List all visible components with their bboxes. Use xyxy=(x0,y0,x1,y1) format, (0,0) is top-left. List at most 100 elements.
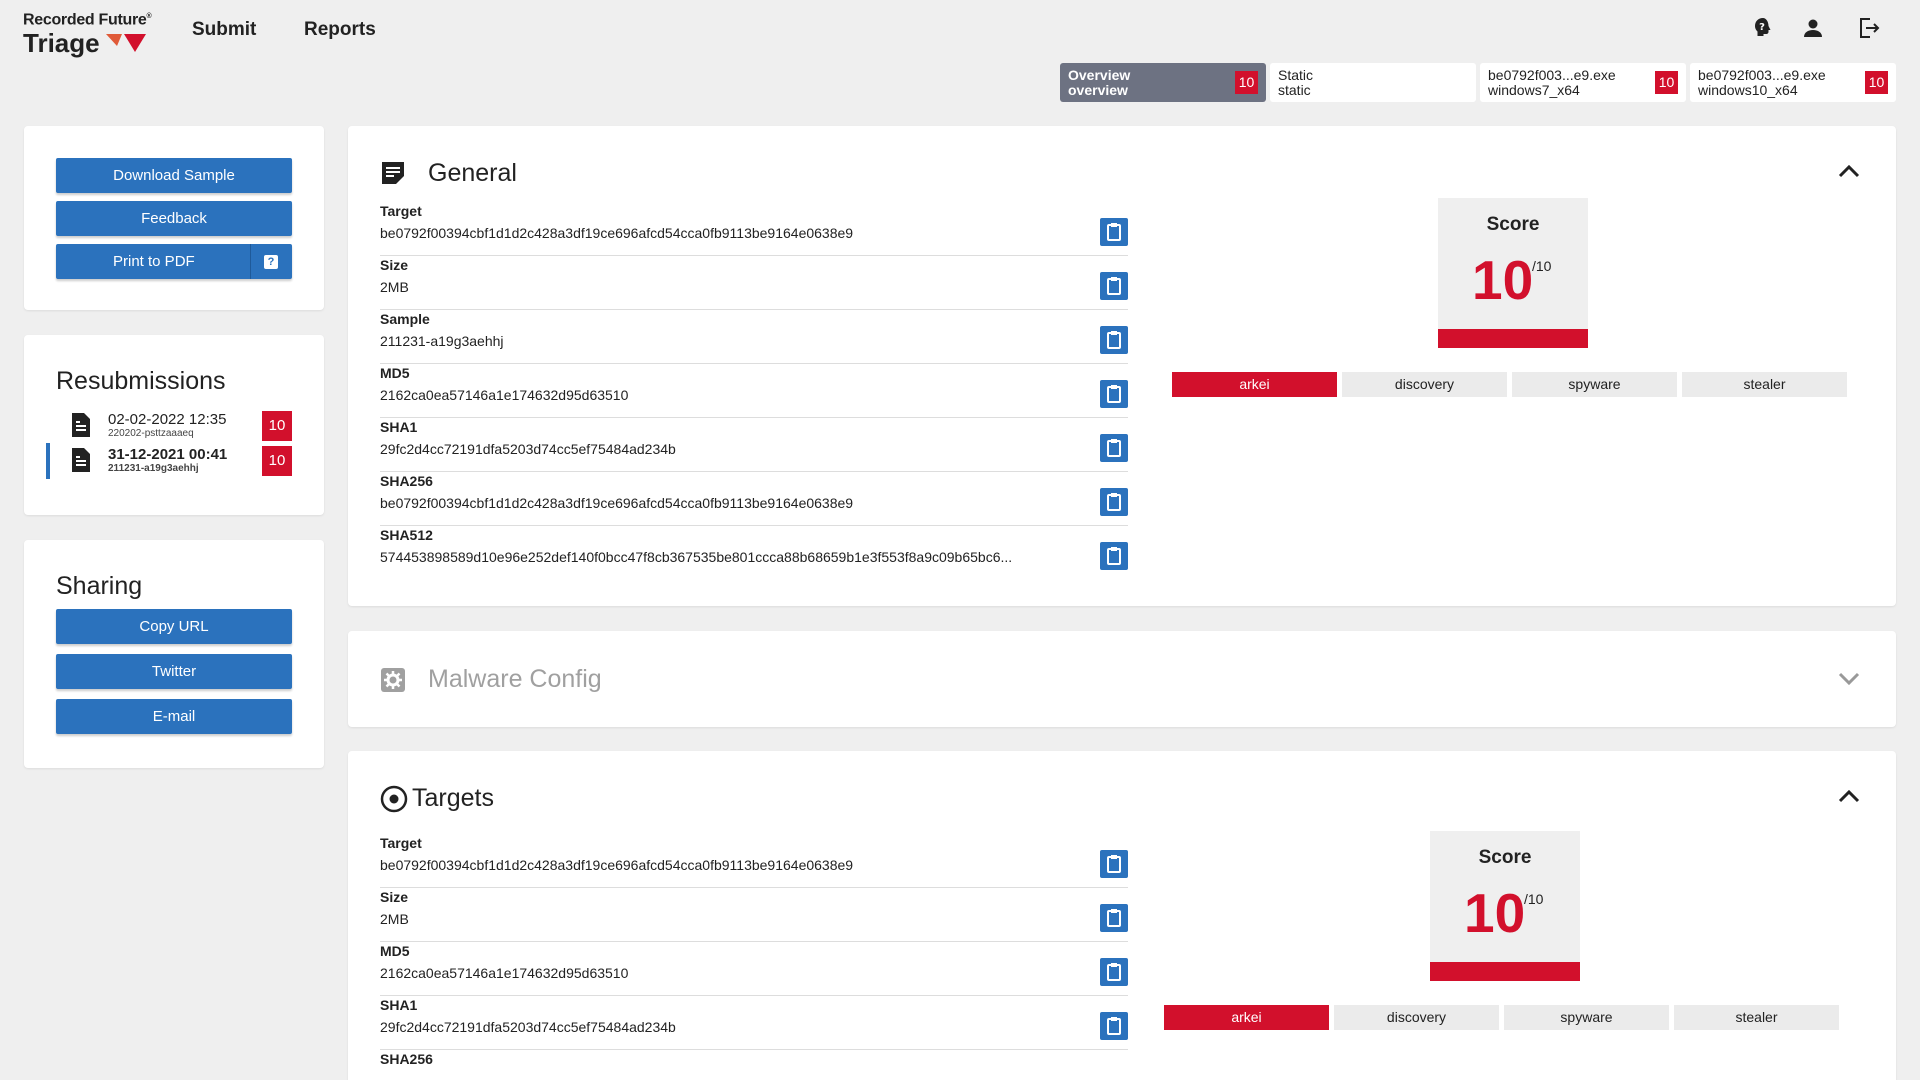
file-icon xyxy=(72,413,90,437)
field-value: 2MB xyxy=(380,279,409,295)
print-pdf-button[interactable]: Print to PDF ? xyxy=(56,244,292,279)
sharing-title: Sharing xyxy=(56,572,143,600)
twitter-button[interactable]: Twitter xyxy=(56,654,292,689)
tab-overview[interactable]: Overview overview 10 xyxy=(1060,63,1266,102)
field-label: SHA512 xyxy=(380,527,433,543)
malware-config-section[interactable]: Malware Config xyxy=(348,631,1896,727)
clipboard-icon[interactable] xyxy=(1100,218,1128,246)
score-badge: 10 xyxy=(262,446,292,476)
clipboard-icon[interactable] xyxy=(1100,326,1128,354)
resubmission-item-selected[interactable]: 31-12-2021 00:41 211231-a19g3aehhj 10 xyxy=(46,443,292,479)
field-label: SHA256 xyxy=(380,473,433,489)
clipboard-icon[interactable] xyxy=(1100,904,1128,932)
field-size: Size 2MB xyxy=(380,888,1128,942)
general-section: General Target be0792f00394cbf1d1d2c428a… xyxy=(348,126,1896,606)
field-label: Sample xyxy=(380,311,430,327)
help-icon[interactable]: ? xyxy=(264,255,278,269)
tab-static[interactable]: Static static xyxy=(1270,63,1476,102)
tag-spyware[interactable]: spyware xyxy=(1512,372,1677,397)
clipboard-icon[interactable] xyxy=(1100,380,1128,408)
clipboard-icon[interactable] xyxy=(1100,958,1128,986)
field-target: Target be0792f00394cbf1d1d2c428a3df19ce6… xyxy=(380,834,1128,888)
tag-discovery[interactable]: discovery xyxy=(1334,1005,1499,1030)
field-value: be0792f00394cbf1d1d2c428a3df19ce696afcd5… xyxy=(380,495,854,511)
field-value: be0792f00394cbf1d1d2c428a3df19ce696afcd5… xyxy=(380,857,854,873)
logo-reg-mark: ® xyxy=(146,13,152,20)
resubmission-item[interactable]: 02-02-2022 12:35 220202-psttzaaaeq 10 xyxy=(48,408,292,444)
score-badge: 10 xyxy=(1865,71,1888,94)
tag-discovery[interactable]: discovery xyxy=(1342,372,1507,397)
tag-arkei[interactable]: arkei xyxy=(1172,372,1337,397)
field-md5: MD5 2162ca0ea57146a1e174632d95d63510 xyxy=(380,942,1128,996)
email-button[interactable]: E-mail xyxy=(56,699,292,734)
field-value: 574453898589d10e96e252def140f0bcc47f8cb3… xyxy=(380,549,1013,565)
tab-subtitle: static xyxy=(1278,82,1311,98)
field-sample: Sample 211231-a19g3aehhj xyxy=(380,310,1128,364)
download-sample-button[interactable]: Download Sample xyxy=(56,158,292,193)
clipboard-icon[interactable] xyxy=(1100,542,1128,570)
help-icon[interactable]: ? xyxy=(1751,16,1775,40)
score-box: Score 10 /10 xyxy=(1430,831,1580,981)
tab-subtitle: windows10_x64 xyxy=(1698,82,1798,98)
copy-url-button[interactable]: Copy URL xyxy=(56,609,292,644)
tab-title: Overview xyxy=(1068,67,1131,83)
field-label: SHA1 xyxy=(380,419,418,435)
notes-icon xyxy=(382,162,404,184)
field-label: SHA1 xyxy=(380,997,418,1013)
field-value: 211231-a19g3aehhj xyxy=(380,333,504,349)
print-pdf-label: Print to PDF xyxy=(113,253,195,270)
score-badge: 10 xyxy=(1655,71,1678,94)
score-max: /10 xyxy=(1524,891,1544,907)
score-bar xyxy=(1438,329,1588,348)
clipboard-icon[interactable] xyxy=(1100,1012,1128,1040)
tab-windows7[interactable]: be0792f003...e9.exe windows7_x64 10 xyxy=(1480,63,1686,102)
resubmissions-title: Resubmissions xyxy=(56,367,226,395)
tag-stealer[interactable]: stealer xyxy=(1674,1005,1839,1030)
sharing-card: Sharing Copy URL Twitter E-mail xyxy=(24,540,324,768)
chevron-up-icon[interactable] xyxy=(1838,789,1860,803)
tag-stealer[interactable]: stealer xyxy=(1682,372,1847,397)
clipboard-icon[interactable] xyxy=(1100,272,1128,300)
feedback-button[interactable]: Feedback xyxy=(56,201,292,236)
clipboard-icon[interactable] xyxy=(1100,850,1128,878)
field-label: MD5 xyxy=(380,943,410,959)
file-icon xyxy=(72,448,90,472)
field-label: Target xyxy=(380,835,422,851)
section-title: Targets xyxy=(412,784,494,812)
resubmission-date: 02-02-2022 12:35 xyxy=(108,411,227,428)
field-value: 2162ca0ea57146a1e174632d95d63510 xyxy=(380,965,629,981)
clipboard-icon[interactable] xyxy=(1100,434,1128,462)
field-md5: MD5 2162ca0ea57146a1e174632d95d63510 xyxy=(380,364,1128,418)
score-title: Score xyxy=(1486,214,1540,235)
svg-text:?: ? xyxy=(1759,22,1765,33)
tag-spyware[interactable]: spyware xyxy=(1504,1005,1669,1030)
chevron-down-icon[interactable] xyxy=(1838,672,1860,686)
field-value: 29fc2d4cc72191dfa5203d74cc5ef75484ad234b xyxy=(380,1019,676,1035)
field-sha1: SHA1 29fc2d4cc72191dfa5203d74cc5ef75484a… xyxy=(380,418,1128,472)
tab-windows10[interactable]: be0792f003...e9.exe windows10_x64 10 xyxy=(1690,63,1896,102)
tab-subtitle: windows7_x64 xyxy=(1488,82,1580,98)
field-label: Size xyxy=(380,889,409,905)
resubmission-id: 220202-psttzaaaeq xyxy=(108,428,194,439)
tab-title: be0792f003...e9.exe xyxy=(1698,67,1826,83)
logo-bottom-text: Triage xyxy=(23,28,100,59)
actions-card: Download Sample Feedback Print to PDF ? xyxy=(24,126,324,310)
logo[interactable]: Recorded Future® Triage xyxy=(23,8,163,59)
tag-arkei[interactable]: arkei xyxy=(1164,1005,1329,1030)
field-value: 2162ca0ea57146a1e174632d95d63510 xyxy=(380,387,629,403)
account-icon[interactable] xyxy=(1801,16,1825,40)
section-title: General xyxy=(428,159,517,187)
nav-reports[interactable]: Reports xyxy=(304,19,376,41)
nav-submit[interactable]: Submit xyxy=(192,19,256,41)
score-badge: 10 xyxy=(262,411,292,441)
logout-icon[interactable] xyxy=(1857,16,1881,40)
field-value: 29fc2d4cc72191dfa5203d74cc5ef75484ad234b xyxy=(380,441,676,457)
score-value: 10 xyxy=(1472,249,1534,311)
score-bar xyxy=(1430,962,1580,981)
clipboard-icon[interactable] xyxy=(1100,488,1128,516)
field-value: be0792f00394cbf1d1d2c428a3df19ce696afcd5… xyxy=(380,225,854,241)
section-title: Malware Config xyxy=(428,665,602,693)
chevron-up-icon[interactable] xyxy=(1838,164,1860,178)
resubmissions-card: Resubmissions 02-02-2022 12:35 220202-ps… xyxy=(24,335,324,515)
targets-section: Targets Target be0792f00394cbf1d1d2c428a… xyxy=(348,751,1896,1080)
